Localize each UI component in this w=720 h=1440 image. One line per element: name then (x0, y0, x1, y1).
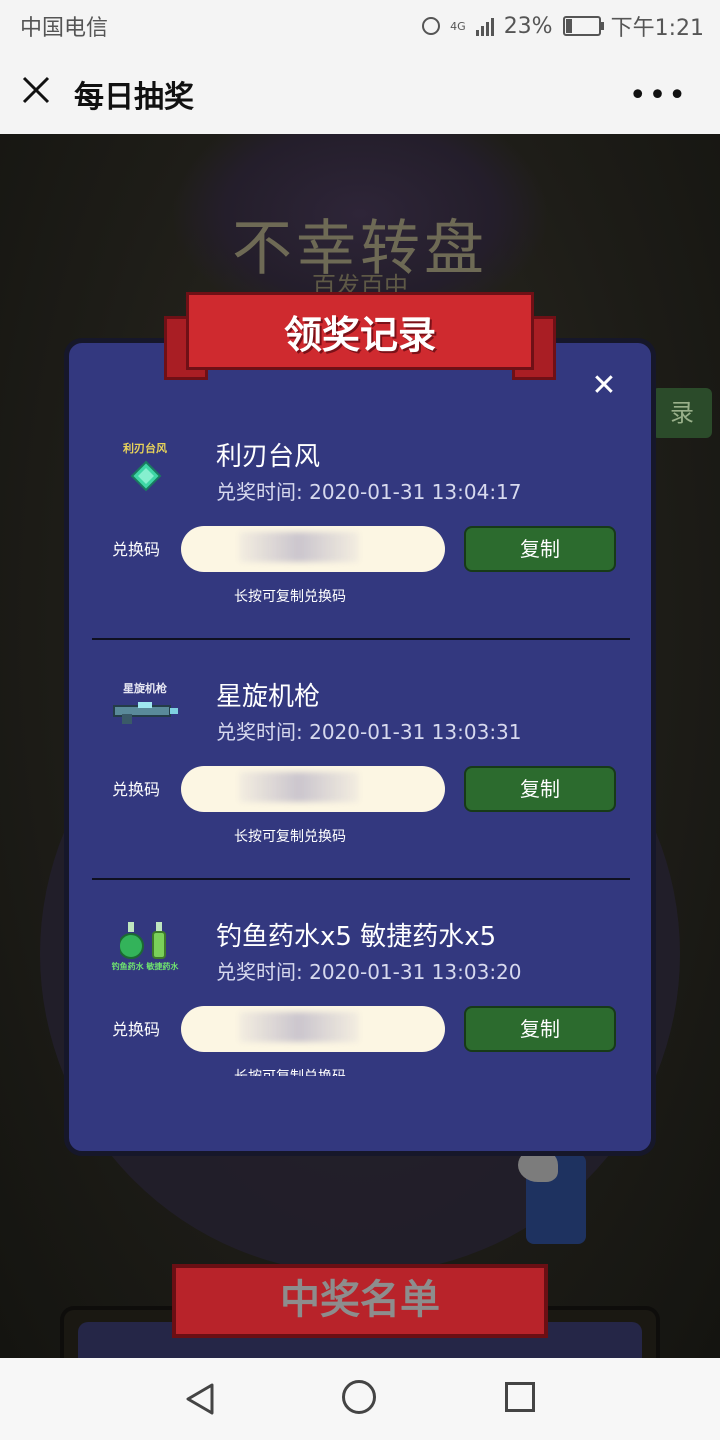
blurred-code (239, 772, 359, 802)
more-options-icon[interactable]: ••• (629, 78, 688, 113)
copy-hint: 长按可复制兑换码 (234, 1066, 346, 1076)
divider (92, 878, 630, 880)
item-icon-caption: 星旋机枪 (123, 682, 167, 695)
title-bar: 每日抽奖 ••• (0, 48, 720, 135)
modal-title: 领奖记录 (283, 313, 436, 357)
modal-title-ribbon: 领奖记录 (164, 292, 556, 384)
redeem-code-field[interactable] (181, 766, 445, 812)
item-icon-caption: 钓鱼药水 敏捷药水 (111, 962, 179, 971)
gun-icon (113, 702, 178, 724)
copy-button[interactable]: 复制 (464, 1006, 616, 1052)
modal-close-icon[interactable]: ✕ (590, 371, 618, 401)
status-icons: 4G 23% 下午1:21 (422, 10, 704, 42)
redeem-code-field[interactable] (181, 526, 445, 572)
code-label: 兑换码 (112, 540, 161, 559)
item-icon: 利刃台风 (110, 440, 180, 510)
redeem-time: 兑奖时间: 2020-01-31 13:03:31 (216, 720, 522, 744)
copy-hint: 长按可复制兑换码 (234, 589, 346, 605)
signal-icon (475, 16, 494, 36)
gem-icon (130, 460, 162, 492)
redeem-time: 兑奖时间: 2020-01-31 13:04:17 (216, 480, 522, 504)
status-bar: 中国电信 4G 23% 下午1:21 (0, 0, 720, 48)
character-sprite (518, 1148, 586, 1244)
page-title: 每日抽奖 (74, 80, 194, 115)
redeem-code-field[interactable] (181, 1006, 445, 1052)
close-icon[interactable] (20, 74, 52, 106)
copy-button[interactable]: 复制 (464, 766, 616, 812)
copy-button[interactable]: 复制 (464, 526, 616, 572)
winners-ribbon: 中奖名单 (172, 1264, 548, 1338)
clock: 下午1:21 (610, 16, 704, 41)
back-icon[interactable] (184, 1382, 216, 1416)
home-icon[interactable] (342, 1380, 376, 1414)
item-icon-caption: 利刃台风 (123, 442, 167, 455)
blurred-code (239, 532, 359, 562)
system-nav-bar (0, 1358, 720, 1440)
copy-hint: 长按可复制兑换码 (234, 829, 346, 845)
blurred-code (239, 1012, 359, 1042)
item-icon: 钓鱼药水 敏捷药水 (110, 920, 180, 990)
carrier-name: 中国电信 (20, 16, 109, 41)
item-icon: 星旋机枪 (110, 680, 180, 750)
code-label: 兑换码 (112, 780, 161, 799)
network-type: 4G (450, 19, 466, 33)
redeem-time: 兑奖时间: 2020-01-31 13:03:20 (216, 960, 522, 984)
records-side-button[interactable]: 录 (652, 388, 712, 438)
item-name: 利刃台风 (216, 442, 321, 472)
battery-percent: 23% (503, 13, 553, 39)
potion-icon (120, 922, 166, 959)
battery-icon (562, 16, 604, 36)
alarm-icon (422, 17, 441, 35)
divider (92, 638, 630, 640)
item-name: 星旋机枪 (216, 682, 321, 712)
item-name: 钓鱼药水x5 敏捷药水x5 (216, 922, 497, 952)
recent-apps-icon[interactable] (505, 1382, 535, 1412)
code-label: 兑换码 (112, 1020, 161, 1039)
